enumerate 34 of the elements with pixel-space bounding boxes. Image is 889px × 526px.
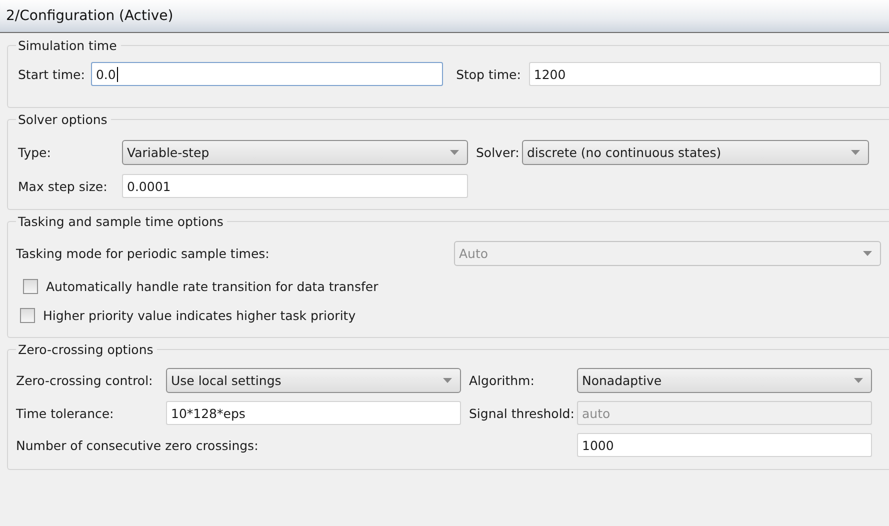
input-field[interactable]: 1200 [528,62,881,86]
field-label: Stop time: [456,66,521,82]
field-label: Time tolerance: [16,406,115,420]
field-label: Start time: [18,66,85,82]
group-title: Tasking and sample time options [17,214,224,229]
field-label: Signal threshold: [468,406,576,420]
checkbox[interactable] [20,308,35,323]
group-title: Zero-crossing options [17,342,154,357]
dropdown[interactable]: discrete (no continuous states) [522,140,869,165]
field-label: Zero-crossing control: [16,373,154,388]
checkbox[interactable] [23,279,38,294]
window-title: 2/Configuration (Active) [6,8,174,24]
field-label: Tasking mode for periodic sample times: [16,246,270,261]
dropdown-arrow-icon [450,150,459,155]
field-label: Algorithm: [468,373,536,388]
dropdown-arrow-icon [851,150,860,155]
input-field[interactable]: 10*128*eps [166,401,461,425]
dropdown-arrow-icon [854,378,863,383]
input-field[interactable]: 1000 [577,433,872,457]
dropdown[interactable]: Nonadaptive [577,368,872,393]
dropdown-arrow-icon [863,251,872,256]
field-label: Type: [18,145,52,160]
field-label: Max step size: [18,178,108,194]
field-label: Solver: [475,145,520,160]
input-field[interactable]: 0.0001 [122,174,468,198]
dropdown[interactable]: Variable-step [122,140,468,165]
checkbox-label: Automatically handle rate transition for data transfer [46,279,378,294]
field-label: Number of consecutive zero crossings: [16,438,260,452]
input-field[interactable]: 0.0 [90,62,444,86]
group-title: Solver options [17,112,108,127]
checkbox-label: Higher priority value indicates higher task priority [43,308,356,323]
dropdown[interactable]: Use local settings [166,368,461,393]
group-title: Simulation time [17,38,118,53]
dropdown-arrow-icon [443,378,452,383]
